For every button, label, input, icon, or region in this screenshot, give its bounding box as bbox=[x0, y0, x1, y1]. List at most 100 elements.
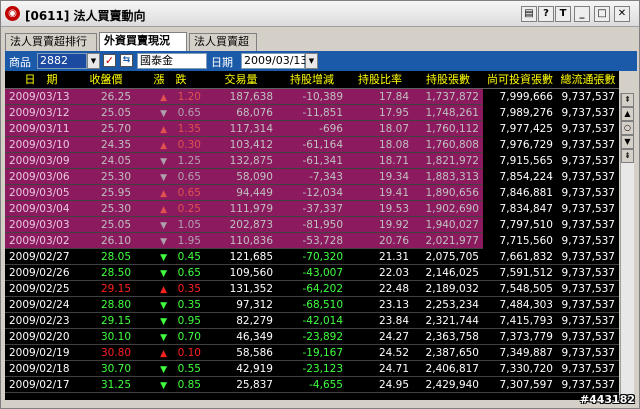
cell-volume: 202,873 bbox=[229, 219, 273, 231]
cell-close: 25.30 bbox=[100, 203, 131, 215]
stock-name-field[interactable]: 國泰金 bbox=[137, 53, 207, 69]
column-header[interactable]: 總流通張數 bbox=[557, 71, 619, 89]
cell-ratio: 19.41 bbox=[378, 187, 409, 199]
table-row[interactable]: 2009/03/03 25.05 ▼ 1.05 202,873 -81,950 19.92 1… bbox=[5, 217, 619, 233]
cell-close: 30.70 bbox=[100, 363, 131, 375]
scroll-top-icon[interactable]: ⇞ bbox=[621, 93, 634, 107]
column-header[interactable]: 尚可投資張數 bbox=[483, 71, 557, 89]
column-header[interactable]: 漲 跌 bbox=[135, 71, 205, 89]
cell-net-change: -23,123 bbox=[302, 363, 343, 375]
cell-change: ▲ 0.10 bbox=[135, 345, 205, 361]
column-header[interactable]: 收盤價 bbox=[77, 71, 135, 89]
cell-holdings: 1,737,872 bbox=[425, 91, 479, 103]
table-row[interactable]: 2009/03/13 26.25 ▲ 1.20 187,638 -10,389 17.84 1… bbox=[5, 89, 619, 105]
arrow-down-icon: ▼ bbox=[160, 317, 167, 327]
cell-net-change: -53,728 bbox=[302, 235, 343, 247]
arrow-down-icon: ▼ bbox=[160, 269, 167, 279]
cell-volume: 94,449 bbox=[236, 187, 273, 199]
change-value: 1.05 bbox=[177, 219, 201, 231]
arrow-down-icon: ▼ bbox=[160, 157, 167, 167]
help-button[interactable]: ? bbox=[538, 6, 554, 22]
app-logo-icon[interactable]: ◉ bbox=[5, 6, 20, 21]
table-row[interactable]: 2009/03/06 25.30 ▼ 0.65 58,090 -7,343 19.34 1,8… bbox=[5, 169, 619, 185]
cell-date: 2009/02/20 bbox=[9, 331, 70, 343]
table-row[interactable]: 2009/02/24 28.80 ▼ 0.35 97,312 -68,510 23.13 2,… bbox=[5, 297, 619, 313]
table-row[interactable]: 2009/02/25 29.15 ▲ 0.35 131,352 -64,202 22.48 2… bbox=[5, 281, 619, 297]
scroll-center-icon[interactable]: ○ bbox=[621, 121, 634, 135]
cell-date: 2009/03/11 bbox=[9, 123, 70, 135]
cell-available: 7,915,565 bbox=[483, 153, 557, 169]
close-button[interactable]: ✕ bbox=[614, 6, 630, 22]
cell-total: 9,737,537 bbox=[557, 201, 619, 217]
cell-close: 25.70 bbox=[100, 123, 131, 135]
tab-ranking[interactable]: 法人買賣超排行 bbox=[5, 33, 97, 51]
maximize-button[interactable]: □ bbox=[594, 6, 610, 22]
scroll-down-icon[interactable]: ▼ bbox=[621, 135, 634, 149]
cell-volume: 121,685 bbox=[229, 251, 273, 263]
cell-ratio: 18.07 bbox=[378, 123, 409, 135]
cell-available: 7,349,887 bbox=[499, 347, 553, 359]
cell-ratio: 24.52 bbox=[378, 347, 409, 359]
table-row[interactable]: 2009/03/10 24.35 ▲ 0.30 103,412 -61,164 18.08 1… bbox=[5, 137, 619, 153]
t-button[interactable]: T bbox=[555, 6, 571, 22]
cell-date: 2009/03/10 bbox=[9, 139, 70, 151]
table-row[interactable]: 2009/02/18 30.70 ▼ 0.55 42,919 -23,123 24.71 2,… bbox=[5, 361, 619, 377]
column-header[interactable]: 持股增減 bbox=[277, 71, 347, 89]
cell-available: 7,999,666 bbox=[483, 89, 557, 105]
arrow-down-icon: ▼ bbox=[160, 221, 167, 231]
column-header[interactable]: 持股比率 bbox=[347, 71, 413, 89]
arrow-down-icon: ▼ bbox=[160, 333, 167, 343]
cell-available: 7,415,793 bbox=[499, 315, 553, 327]
title-bar: ◉ [0611] 法人買賣動向 ▤ ? T _ □ ✕ bbox=[1, 1, 639, 27]
cell-ratio: 24.27 bbox=[378, 331, 409, 343]
tab-net-buy[interactable]: 法人買賣超 bbox=[189, 33, 257, 51]
cell-change: ▼ 1.25 bbox=[135, 153, 205, 169]
menu-icon[interactable]: ▤ bbox=[521, 6, 537, 22]
column-header[interactable]: 持股張數 bbox=[413, 71, 483, 89]
cell-change: ▲ 0.30 bbox=[135, 137, 205, 153]
date-dropdown-icon[interactable]: ▼ bbox=[305, 53, 318, 69]
table-row[interactable]: 2009/02/27 28.05 ▼ 0.45 121,685 -70,320 21.31 2… bbox=[5, 249, 619, 265]
product-code-input[interactable]: 2882 bbox=[37, 53, 87, 69]
cell-ratio: 21.31 bbox=[378, 251, 409, 263]
table-row[interactable]: 2009/02/26 28.50 ▼ 0.65 109,560 -43,007 22.03 2… bbox=[5, 265, 619, 281]
table-row[interactable]: 2009/03/12 25.05 ▼ 0.65 68,076 -11,851 17.95 1,… bbox=[5, 105, 619, 121]
tab-foreign-status[interactable]: 外資買賣現況 bbox=[99, 32, 187, 51]
cell-holdings: 2,429,940 bbox=[425, 379, 479, 391]
scroll-bottom-icon[interactable]: ⇟ bbox=[621, 149, 634, 163]
product-dropdown-icon[interactable]: ▼ bbox=[87, 53, 100, 69]
cell-total: 9,737,537 bbox=[557, 185, 619, 201]
table-row[interactable]: 2009/02/19 30.80 ▲ 0.10 58,586 -19,167 24.52 2,… bbox=[5, 345, 619, 361]
column-header[interactable]: 日 期 bbox=[5, 71, 77, 89]
table-row[interactable]: 2009/03/02 26.10 ▼ 1.95 110,836 -53,728 20.76 2… bbox=[5, 233, 619, 249]
table-row[interactable]: 2009/02/17 31.25 ▼ 0.85 25,837 -4,655 24.95 2,4… bbox=[5, 377, 619, 393]
change-value: 1.95 bbox=[177, 235, 201, 247]
table-row[interactable]: 2009/03/09 24.05 ▼ 1.25 132,875 -61,341 18.71 1… bbox=[5, 153, 619, 169]
cell-available: 7,977,425 bbox=[483, 121, 557, 137]
cell-total: 9,737,537 bbox=[561, 283, 615, 295]
minimize-button[interactable]: _ bbox=[574, 6, 590, 22]
cell-ratio: 24.95 bbox=[378, 379, 409, 391]
data-grid: 日 期收盤價漲 跌交易量 持股增減 持股比率 持股張數 尚可投資張數 總流通張數 2009… bbox=[5, 71, 619, 400]
checkbox-icon[interactable]: ✓ bbox=[103, 54, 116, 67]
table-row[interactable]: 2009/03/05 25.95 ▲ 0.65 94,449 -12,034 19.41 1,… bbox=[5, 185, 619, 201]
cell-available: 7,715,560 bbox=[483, 233, 557, 249]
scroll-up-icon[interactable]: ▲ bbox=[621, 107, 634, 121]
table-row[interactable]: 2009/03/11 25.70 ▲ 1.35 117,314 -696 18.07 1,76… bbox=[5, 121, 619, 137]
change-value: 0.65 bbox=[177, 171, 201, 183]
link-icon[interactable]: ⇆ bbox=[120, 54, 133, 67]
table-row[interactable]: 2009/03/04 25.30 ▲ 0.25 111,979 -37,337 19.53 1… bbox=[5, 201, 619, 217]
date-input[interactable]: 2009/03/13 bbox=[241, 53, 307, 69]
cell-volume: 58,090 bbox=[236, 171, 273, 183]
cell-date: 2009/02/27 bbox=[9, 251, 70, 263]
cell-date: 2009/03/03 bbox=[9, 219, 70, 231]
cell-holdings: 1,760,112 bbox=[425, 123, 479, 135]
vertical-scrollbar[interactable]: ⇞ ▲ ○ ▼ ⇟ bbox=[620, 93, 634, 400]
cell-ratio: 18.71 bbox=[378, 155, 409, 167]
cell-holdings: 1,940,027 bbox=[425, 219, 479, 231]
table-row[interactable]: 2009/02/20 30.10 ▼ 0.70 46,349 -23,892 24.27 2,… bbox=[5, 329, 619, 345]
table-row[interactable]: 2009/02/23 29.15 ▼ 0.95 82,279 -42,014 23.84 2,… bbox=[5, 313, 619, 329]
column-header[interactable]: 交易量 bbox=[205, 71, 277, 89]
cell-available: 7,846,881 bbox=[483, 185, 557, 201]
cell-volume: 25,837 bbox=[236, 379, 273, 391]
